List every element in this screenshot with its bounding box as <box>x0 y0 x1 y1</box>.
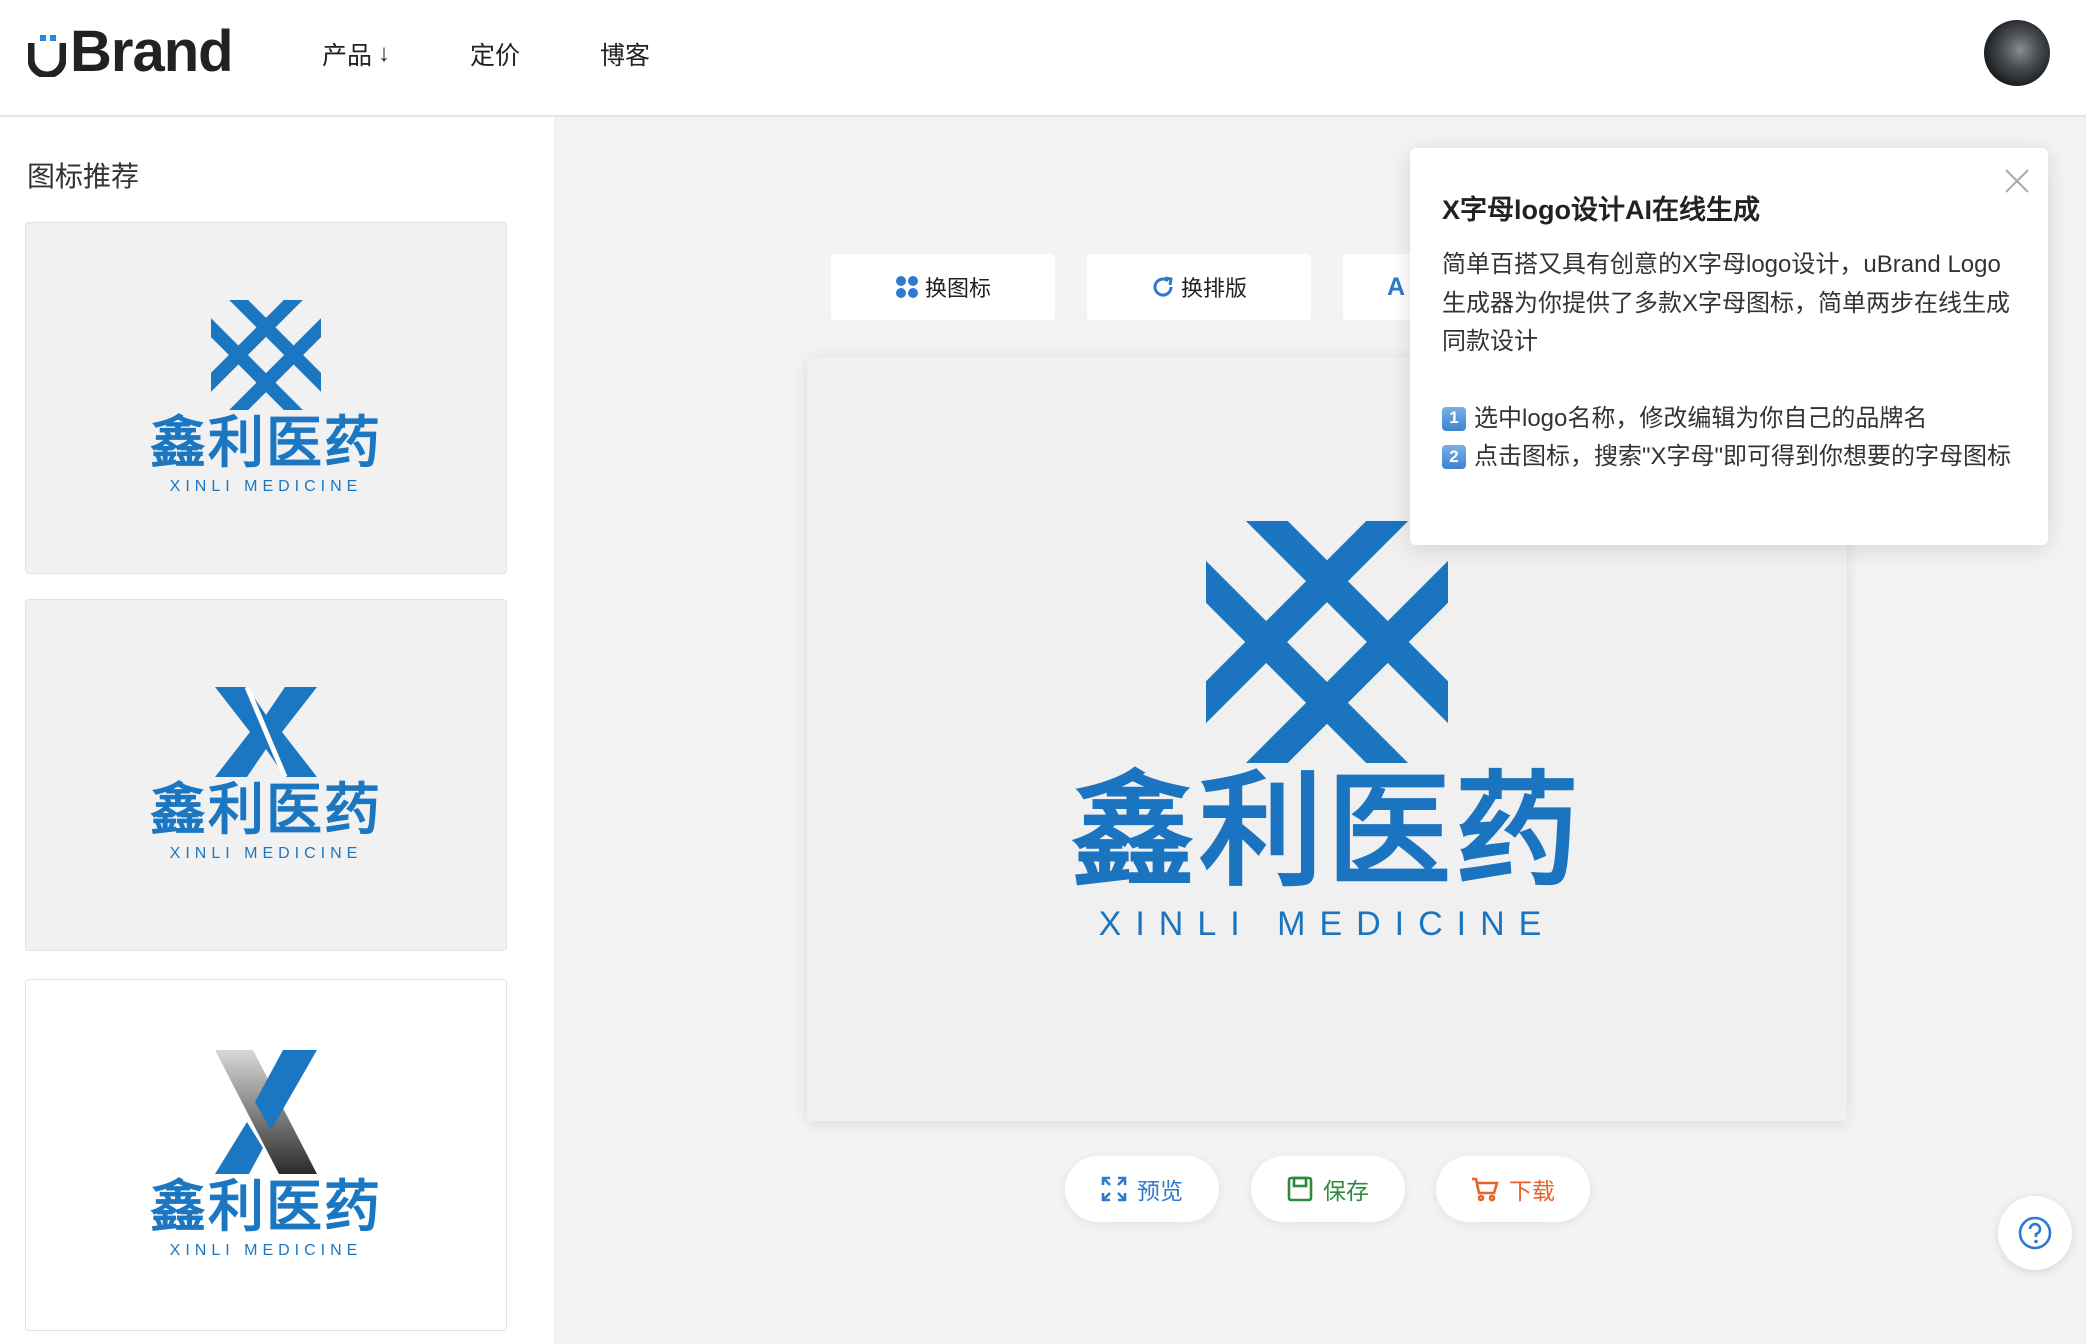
solid-x-icon <box>215 687 317 777</box>
floppy-disk-icon <box>1287 1176 1313 1202</box>
popover-body: 简单百搭又具有创意的X字母logo设计，uBrand Logo生成器为你提供了多… <box>1442 246 2022 477</box>
logo-card-3[interactable]: 鑫利医药 XINLI MEDICINE <box>25 979 507 1331</box>
font-icon: A <box>1387 272 1406 301</box>
brand-logo[interactable]: Brand <box>28 19 234 84</box>
grid-dots-icon <box>895 275 919 299</box>
card-brand-name: 鑫利医药 <box>150 778 382 841</box>
keycap-two-icon: 2 <box>1442 445 1466 469</box>
popover-intro: 简单百搭又具有创意的X字母logo设计，uBrand Logo生成器为你提供了多… <box>1442 251 2011 355</box>
nav-blog-label: 博客 <box>600 42 651 70</box>
card-brand-name: 鑫利医药 <box>150 411 382 474</box>
cart-icon <box>1471 1176 1499 1202</box>
help-button[interactable] <box>1998 1196 2072 1270</box>
download-button[interactable]: 下载 <box>1436 1156 1590 1222</box>
logo-brand-sub[interactable]: XINLI MEDICINE <box>1099 905 1556 944</box>
nav-products-label: 产品 <box>322 42 373 70</box>
nav-pricing-label: 定价 <box>470 42 521 70</box>
sidebar-title: 图标推荐 <box>27 161 140 192</box>
icon-recommend-sidebar: 图标推荐 鑫利医药 XINLI MEDICINE 鑫利医药 XINLI MEDI… <box>0 117 554 1344</box>
logo-card-1[interactable]: 鑫利医药 XINLI MEDICINE <box>25 222 507 574</box>
card-brand-sub: XINLI MEDICINE <box>169 1242 363 1259</box>
brand-u-icon <box>28 35 66 77</box>
main-nav: 产品 ↓ 定价 博客 <box>322 34 730 74</box>
top-header: Brand 产品 ↓ 定价 博客 <box>0 0 2086 117</box>
popover-step-2-text: 点击图标，搜索"X字母"即可得到你想要的字母图标 <box>1474 443 2012 470</box>
change-layout-label: 换排版 <box>1180 276 1247 301</box>
nav-pricing[interactable]: 定价 <box>470 34 520 74</box>
refresh-icon <box>1151 275 1175 299</box>
popover-step-1: 1 选中logo名称，修改编辑为你自己的品牌名 <box>1442 400 2022 439</box>
change-icon-button[interactable]: 换图标 <box>831 254 1055 320</box>
change-icon-label: 换图标 <box>924 276 991 301</box>
linked-x-icon <box>211 300 321 410</box>
expand-icon <box>1101 1176 1127 1202</box>
guide-popover: X字母logo设计AI在线生成 简单百搭又具有创意的X字母logo设计，uBra… <box>1410 148 2048 545</box>
nav-blog[interactable]: 博客 <box>600 34 650 74</box>
logo-card-2[interactable]: 鑫利医药 XINLI MEDICINE <box>25 599 507 951</box>
change-font-button[interactable]: A <box>1343 254 1413 320</box>
popover-step-2: 2 点击图标，搜索"X字母"即可得到你想要的字母图标 <box>1442 438 2022 477</box>
download-label: 下载 <box>1509 1178 1555 1204</box>
gradient-x-icon <box>215 1050 317 1174</box>
brand-name: Brand <box>70 19 234 84</box>
nav-products[interactable]: 产品 ↓ <box>322 34 390 74</box>
popover-title: X字母logo设计AI在线生成 <box>1442 195 1760 225</box>
preview-button[interactable]: 预览 <box>1065 1156 1219 1222</box>
arrow-down-icon: ↓ <box>378 40 391 67</box>
card-brand-name: 鑫利医药 <box>150 1175 382 1238</box>
preview-label: 预览 <box>1137 1178 1183 1204</box>
close-icon[interactable] <box>2004 168 2030 194</box>
linked-x-icon[interactable] <box>1206 521 1448 763</box>
question-circle-icon <box>2018 1216 2052 1250</box>
keycap-one-icon: 1 <box>1442 406 1466 431</box>
change-layout-button[interactable]: 换排版 <box>1087 254 1311 320</box>
card-brand-sub: XINLI MEDICINE <box>169 845 363 862</box>
save-button[interactable]: 保存 <box>1251 1156 1405 1222</box>
save-label: 保存 <box>1323 1178 1369 1204</box>
card-brand-sub: XINLI MEDICINE <box>169 478 363 495</box>
logo-brand-name[interactable]: 鑫利医药 <box>1071 765 1583 899</box>
popover-step-1-text: 选中logo名称，修改编辑为你自己的品牌名 <box>1474 404 1928 432</box>
user-avatar[interactable] <box>1984 20 2050 86</box>
